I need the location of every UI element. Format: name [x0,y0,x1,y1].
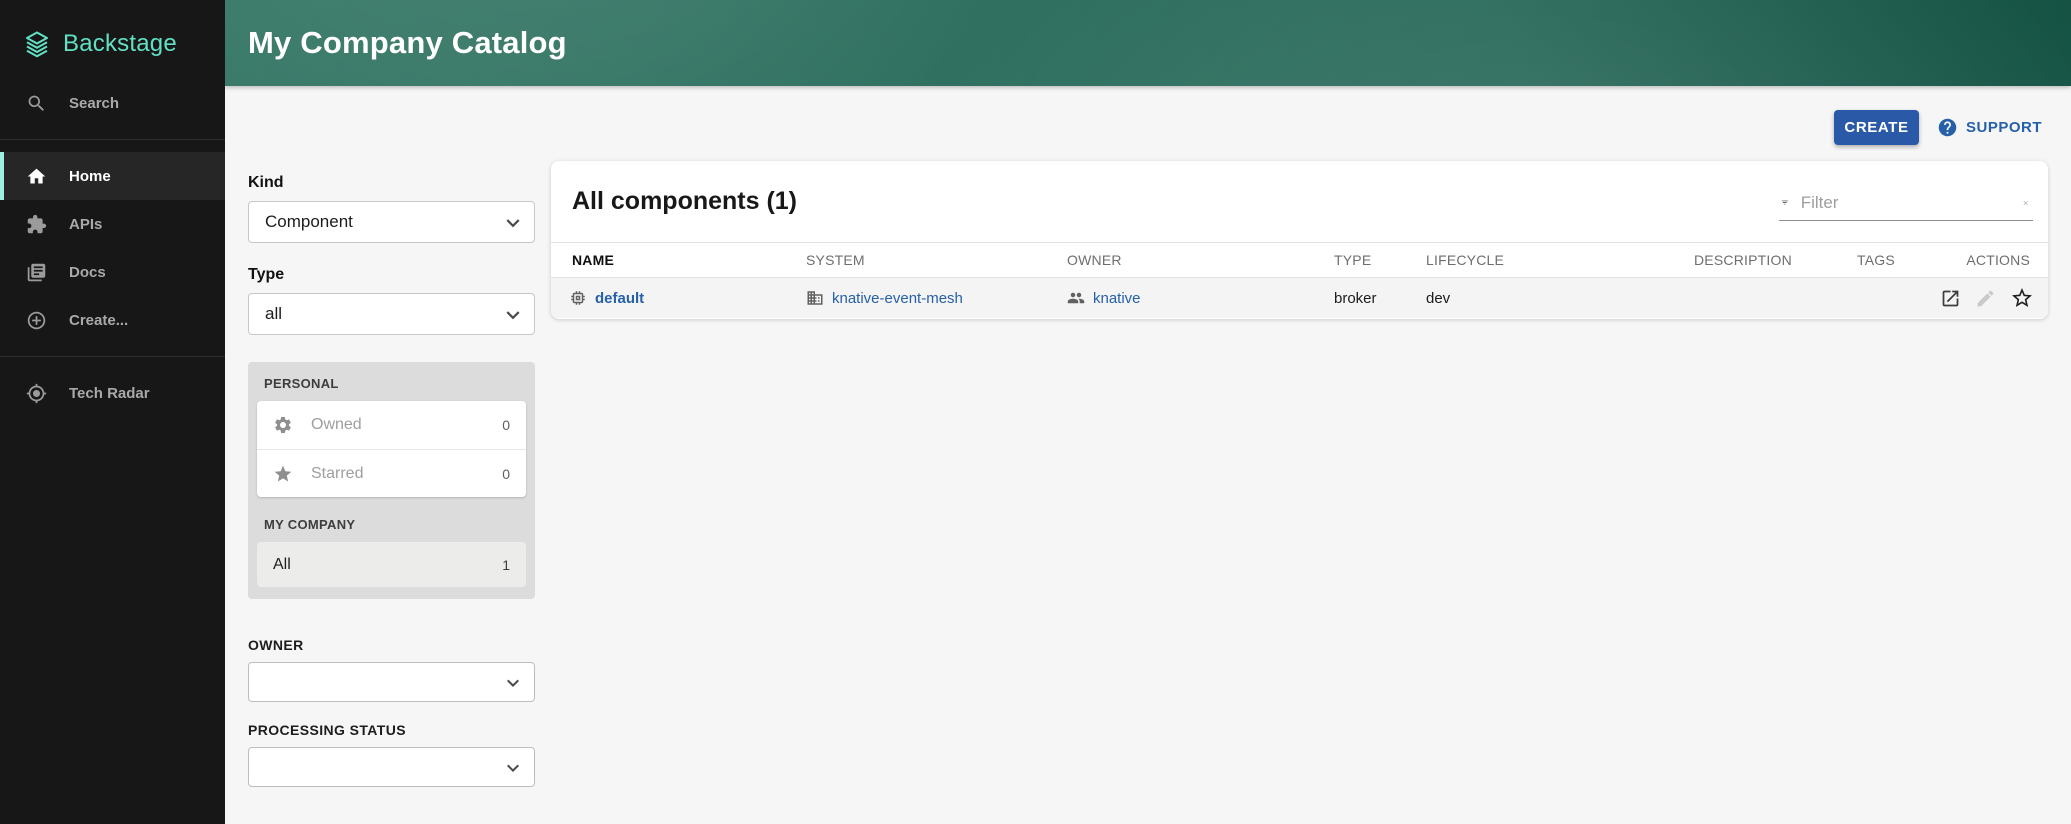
type-filter-select[interactable]: all [248,293,535,335]
table-filter-input[interactable] [1801,193,2022,213]
sidebar-item-home[interactable]: Home [0,152,225,200]
column-header-name[interactable]: NAME [551,252,806,268]
lifecycle-cell: dev [1426,290,1694,307]
sidebar-item-label: Search [69,95,119,112]
system-link[interactable]: knative-event-mesh [832,290,963,307]
sidebar-item-label: APIs [69,216,102,233]
column-header-type[interactable]: TYPE [1334,252,1426,268]
sidebar-item-label: Create... [69,312,128,329]
type-filter-label: Type [248,266,535,284]
column-header-actions: ACTIONS [1940,252,2048,268]
filter-list-icon [1781,192,1789,213]
sidebar-item-label: Docs [69,264,106,281]
backstage-logo-icon [22,29,52,59]
table-filter-box [1779,185,2033,221]
sidebar-divider [0,139,225,140]
all-filter-row[interactable]: All 1 [257,542,526,587]
type-filter-value: all [265,304,282,324]
add-circle-icon [26,310,47,331]
owned-filter-label: Owned [311,416,502,434]
support-button[interactable]: SUPPORT [1937,110,2042,145]
create-button[interactable]: CREATE [1834,110,1919,145]
edit-pencil-icon[interactable] [1975,288,1996,309]
components-table-card: All components (1) NAME SYSTEM OWNER TYP… [551,161,2048,319]
starred-filter-label: Starred [311,465,502,483]
sidebar-item-create[interactable]: Create... [0,296,225,344]
search-icon [26,93,47,114]
owned-count: 0 [502,417,510,433]
column-header-description[interactable]: DESCRIPTION [1694,252,1857,268]
radar-target-icon [26,383,47,404]
sidebar-item-docs[interactable]: Docs [0,248,225,296]
sidebar-item-search[interactable]: Search [0,79,225,127]
docs-icon [26,262,47,283]
chevron-down-icon [500,302,526,328]
puzzle-icon [26,214,47,235]
owner-group-icon [1067,289,1085,307]
column-header-system[interactable]: SYSTEM [806,252,1067,268]
sidebar-item-tech-radar[interactable]: Tech Radar [0,369,225,417]
all-filter-label: All [273,556,502,574]
chevron-down-icon [501,671,525,695]
kind-filter-label: Kind [248,174,535,192]
column-header-lifecycle[interactable]: LIFECYCLE [1426,252,1694,268]
filters-panel: Kind Component Type all PERSONAL Owned 0 [248,174,535,787]
kind-filter-value: Component [265,212,353,232]
table-title: All components (1) [572,187,797,216]
clear-filter-icon[interactable] [2022,193,2029,213]
name-cell: default [551,289,806,307]
owner-filter-select[interactable] [248,662,535,702]
owner-cell: knative [1067,289,1334,307]
component-chip-icon [569,289,587,307]
table-row: default knative-event-mesh knative broke… [551,278,2048,318]
brand-logo[interactable]: Backstage [0,0,225,64]
entity-picker-card: PERSONAL Owned 0 Starred 0 MY COMPANY Al… [248,362,535,599]
help-icon [1937,117,1958,138]
home-icon [26,166,47,187]
all-count: 1 [502,557,510,573]
actions-cell [1940,286,2048,310]
active-indicator [0,152,4,200]
sidebar-item-label: Tech Radar [69,385,150,402]
owner-filter-label: OWNER [248,637,535,653]
processing-status-filter-label: PROCESSING STATUS [248,722,535,738]
column-header-tags[interactable]: TAGS [1857,252,1940,268]
sidebar-item-apis[interactable]: APIs [0,200,225,248]
backstage-catalog-page: Backstage Search Home APIs Docs Create..… [0,0,2071,824]
sidebar-divider [0,356,225,357]
open-in-new-icon[interactable] [1940,288,1961,309]
table-header-bar: All components (1) [551,161,2048,243]
star-border-icon[interactable] [2010,286,2034,310]
system-building-icon [806,289,824,307]
owner-link[interactable]: knative [1093,290,1141,307]
processing-status-filter-select[interactable] [248,747,535,787]
type-cell: broker [1334,290,1426,307]
page-header: My Company Catalog [225,0,2071,86]
starred-count: 0 [502,466,510,482]
support-label: SUPPORT [1966,119,2042,136]
system-cell: knative-event-mesh [806,289,1067,307]
personal-section-title: PERSONAL [264,376,526,391]
kind-filter-select[interactable]: Component [248,201,535,243]
table-column-headers: NAME SYSTEM OWNER TYPE LIFECYCLE DESCRIP… [551,243,2048,278]
company-section-title: MY COMPANY [264,517,526,532]
brand-name: Backstage [63,30,177,58]
personal-picker-panel: Owned 0 Starred 0 [257,401,526,497]
page-title: My Company Catalog [225,25,567,61]
chevron-down-icon [501,756,525,780]
gear-icon [273,415,293,435]
star-icon [273,464,293,484]
entity-name-link[interactable]: default [595,290,644,307]
sidebar: Backstage Search Home APIs Docs Create..… [0,0,225,824]
column-header-owner[interactable]: OWNER [1067,252,1334,268]
starred-filter-row[interactable]: Starred 0 [257,449,526,497]
owned-filter-row[interactable]: Owned 0 [257,401,526,449]
chevron-down-icon [500,210,526,236]
sidebar-item-label: Home [69,168,111,185]
